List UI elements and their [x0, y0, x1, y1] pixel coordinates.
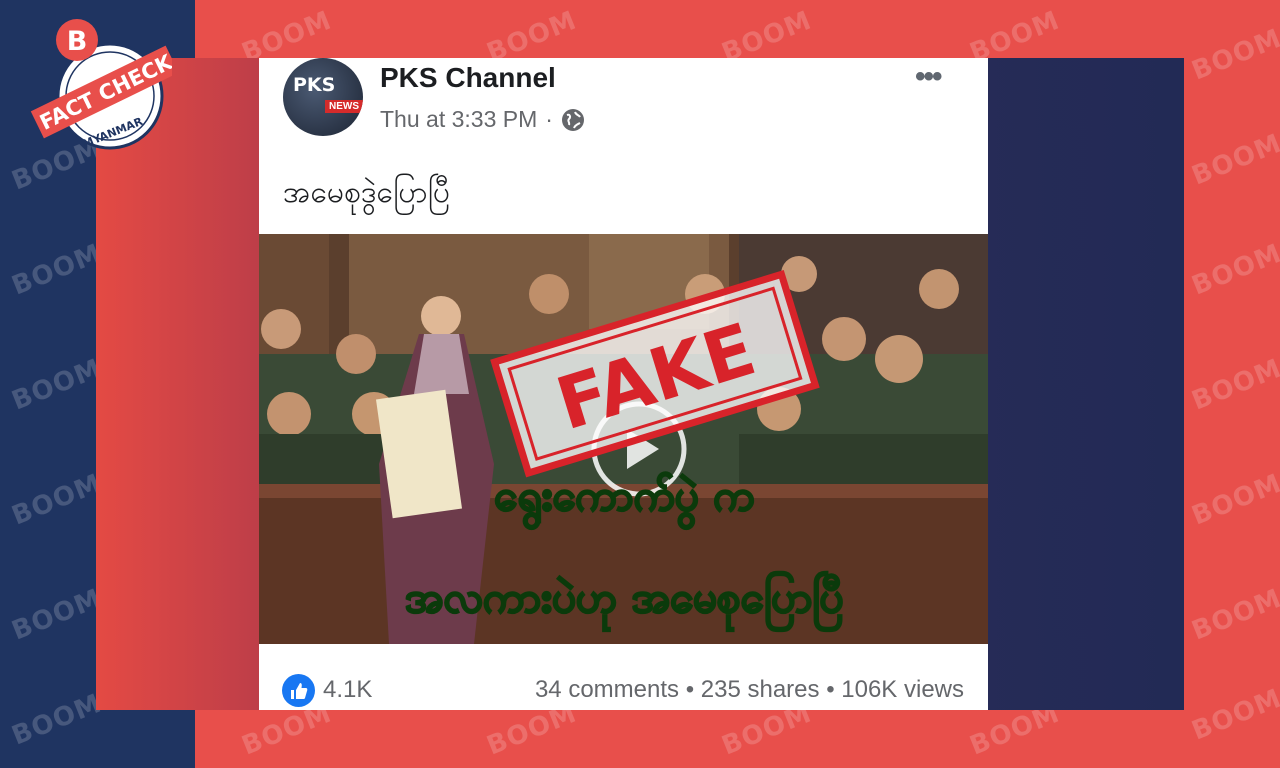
comments-count[interactable]: 34 comments [535, 676, 679, 703]
thumbs-up-icon [290, 682, 307, 699]
post-meta: Thu at 3:33 PM · [380, 106, 585, 133]
post-timestamp[interactable]: Thu at 3:33 PM [380, 106, 537, 133]
engagement-stats: 34 comments • 235 shares • 106K views [535, 676, 964, 704]
avatar-badge: NEWS [325, 100, 363, 113]
shares-count[interactable]: 235 shares [701, 676, 820, 703]
stats-dot: • [826, 676, 835, 703]
meta-separator: · [545, 106, 553, 132]
video-scene: FAKE ရွေးကောက်ပွဲ က အလကားပဲဟု အမေစုပြောပ… [259, 234, 988, 644]
facebook-post: PKS NEWS PKS Channel Thu at 3:33 PM · ••… [259, 58, 988, 710]
page-name-link[interactable]: PKS Channel [380, 62, 556, 94]
stats-dot: • [685, 676, 695, 703]
like-count[interactable]: 4.1K [323, 676, 372, 704]
video-thumbnail[interactable]: FAKE ရွေးကောက်ပွဲ က အလကားပဲဟု အမေစုပြောပ… [259, 234, 988, 644]
fact-check-logo: FACT CHECK MYANMAR B [30, 19, 172, 151]
like-reaction-icon[interactable] [282, 674, 315, 707]
logo-letter: B [67, 26, 88, 57]
globe-icon [561, 108, 584, 131]
avatar-label: PKS [293, 74, 336, 96]
page-avatar[interactable]: PKS NEWS [283, 58, 363, 136]
post-footer: 4.1K 34 comments • 235 shares • 106K vie… [259, 668, 988, 710]
views-count: 106K views [841, 676, 964, 703]
post-caption: အမေစုဒွဲပြောပြီ [283, 175, 450, 210]
more-options-button[interactable]: ••• [915, 60, 942, 94]
